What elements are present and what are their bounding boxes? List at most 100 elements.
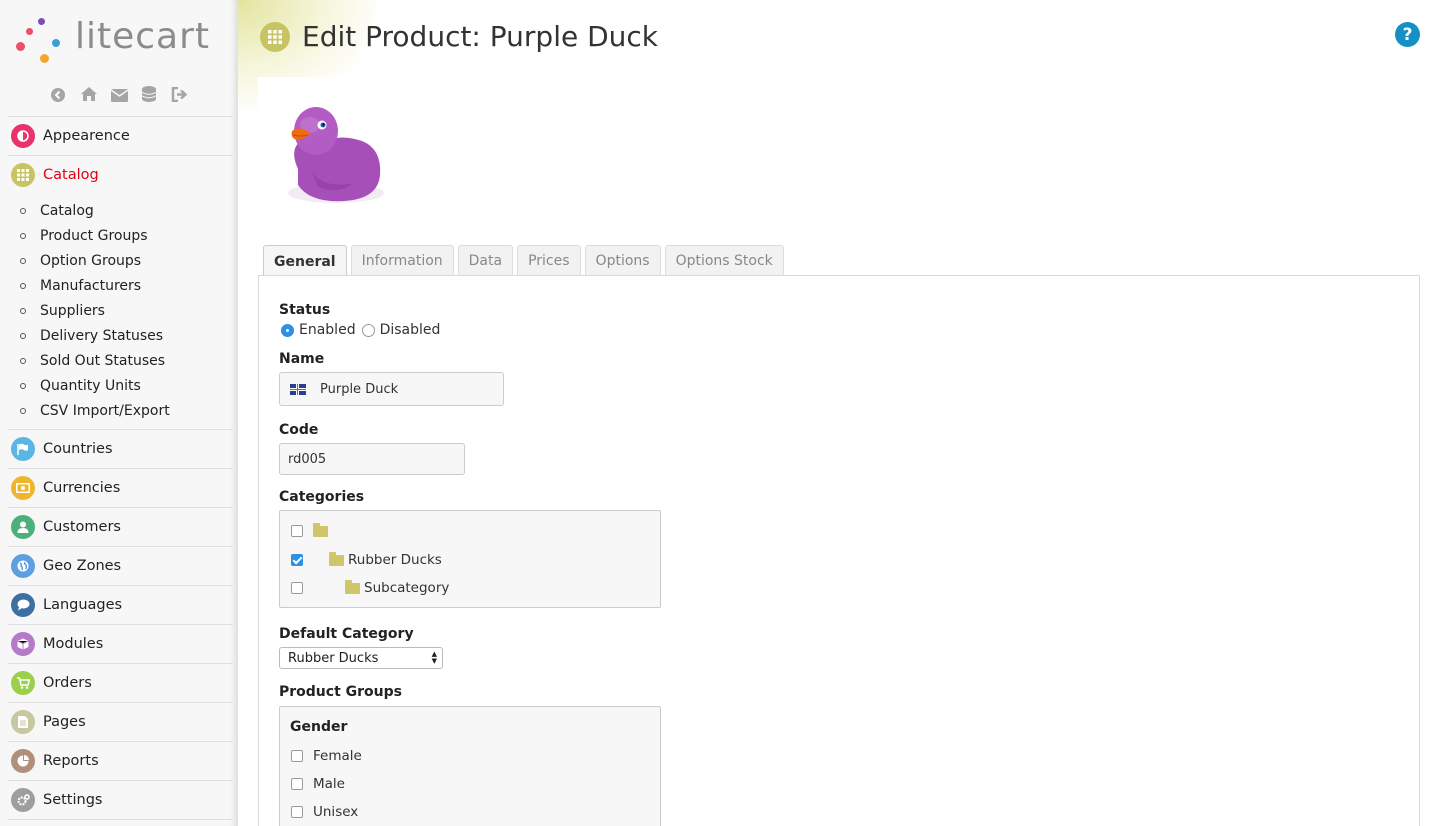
default-category-value: Rubber Ducks [288,650,379,666]
submenu-item-sold-out-statuses[interactable]: Sold Out Statuses [8,348,233,373]
category-checkbox[interactable] [291,525,303,537]
main-content: Edit Product: Purple Duck ? General Info… [238,0,1440,826]
page-title: Edit Product: Purple Duck [302,20,659,53]
menu-item-catalog[interactable]: Catalog [8,155,233,194]
sidebar: litecart Appearence Catalog Catalog Prod… [0,0,238,826]
home-icon[interactable] [78,86,100,104]
grid-icon [260,21,290,52]
default-category-select[interactable]: Rubber Ducks ▲ ▼ [279,647,443,669]
select-arrows-icon: ▲ ▼ [431,650,437,665]
general-tab-panel: Status Enabled Disabled Name Purple Duck… [258,275,1420,826]
menu-item-countries[interactable]: Countries [8,429,233,468]
female-label: Female [313,748,362,764]
folder-icon [313,522,328,537]
name-input[interactable]: Purple Duck [279,372,504,406]
tab-options[interactable]: Options [584,245,661,276]
logo-dots [16,18,66,64]
contrast-icon [11,124,35,148]
help-icon[interactable]: ? [1395,22,1420,47]
file-icon [11,710,35,734]
menu-item-customers[interactable]: Customers [8,507,233,546]
chat-icon [11,593,35,617]
mail-icon[interactable] [108,88,130,106]
status-label: Status [279,302,331,318]
menu-item-orders[interactable]: Orders [8,663,233,702]
name-label: Name [279,351,325,367]
product-groups-box: Gender Female Male Unisex [279,706,661,826]
database-icon[interactable] [138,86,160,104]
bullet-icon [20,207,26,214]
folder-icon [345,579,360,594]
bullet-icon [20,232,26,239]
submenu-item-catalog[interactable]: Catalog [8,198,233,223]
quick-links [0,86,237,106]
menu-item-appearence[interactable]: Appearence [8,116,233,155]
menu-item-currencies[interactable]: Currencies [8,468,233,507]
logo[interactable]: litecart [0,0,237,78]
menu-label: Appearence [43,128,130,144]
menu-item-geo-zones[interactable]: Geo Zones [8,546,233,585]
category-item: Subcategory [291,579,450,596]
tab-prices[interactable]: Prices [517,245,581,276]
submenu-item-suppliers[interactable]: Suppliers [8,298,233,323]
status-radios: Enabled Disabled [281,322,440,338]
category-item: Rubber Ducks [291,551,442,568]
category-item [291,522,332,537]
tab-bar: General Information Data Prices Options … [263,245,788,277]
back-icon[interactable] [47,88,69,106]
cube-icon [11,632,35,656]
logout-icon[interactable] [169,86,191,105]
tab-general[interactable]: General [263,245,347,277]
tab-data[interactable]: Data [457,245,514,276]
bullet-icon [20,407,26,414]
bullet-icon [20,282,26,289]
uk-flag-icon [290,383,306,395]
folder-icon [329,551,344,566]
product-image[interactable] [258,77,398,225]
menu-item-modules[interactable]: Modules [8,624,233,663]
unisex-checkbox[interactable] [291,806,303,818]
menu-item-settings[interactable]: Settings [8,780,233,819]
category-label: Subcategory [364,580,450,596]
status-disabled-radio[interactable] [361,323,375,337]
menu-item-reports[interactable]: Reports [8,741,233,780]
bullet-icon [20,332,26,339]
category-checkbox[interactable] [291,582,303,594]
catalog-submenu: Catalog Product Groups Option Groups Man… [8,194,233,429]
tab-options-stock[interactable]: Options Stock [664,245,784,276]
status-enabled-radio[interactable] [281,323,294,337]
bullet-icon [20,382,26,389]
bullet-icon [20,257,26,264]
code-input[interactable]: rd005 [279,443,465,475]
submenu-item-manufacturers[interactable]: Manufacturers [8,273,233,298]
logo-text: litecart [75,16,211,57]
bullet-icon [20,307,26,314]
male-checkbox[interactable] [291,778,303,790]
male-label: Male [313,776,345,792]
submenu-item-csv-import-export[interactable]: CSV Import/Export [8,398,233,423]
user-icon [11,515,35,539]
code-label: Code [279,422,319,438]
main-menu: Appearence Catalog Catalog Product Group… [8,116,233,820]
submenu-item-quantity-units[interactable]: Quantity Units [8,373,233,398]
gender-group-label: Gender [290,719,348,735]
submenu-item-product-groups[interactable]: Product Groups [8,223,233,248]
default-category-label: Default Category [279,626,414,642]
category-checkbox[interactable] [291,554,303,566]
name-value: Purple Duck [320,381,399,397]
menu-label: Catalog [43,167,99,183]
bullet-icon [20,357,26,364]
submenu-item-delivery-statuses[interactable]: Delivery Statuses [8,323,233,348]
female-checkbox[interactable] [291,750,303,762]
grid-icon [11,163,35,187]
globe-icon [11,554,35,578]
money-icon [11,476,35,500]
status-enabled-label: Enabled [299,322,356,338]
submenu-item-option-groups[interactable]: Option Groups [8,248,233,273]
product-groups-label: Product Groups [279,684,402,700]
page-header: Edit Product: Purple Duck [260,20,658,53]
status-disabled-label: Disabled [379,322,441,338]
menu-item-pages[interactable]: Pages [8,702,233,741]
tab-information[interactable]: Information [350,245,454,276]
menu-item-languages[interactable]: Languages [8,585,233,624]
